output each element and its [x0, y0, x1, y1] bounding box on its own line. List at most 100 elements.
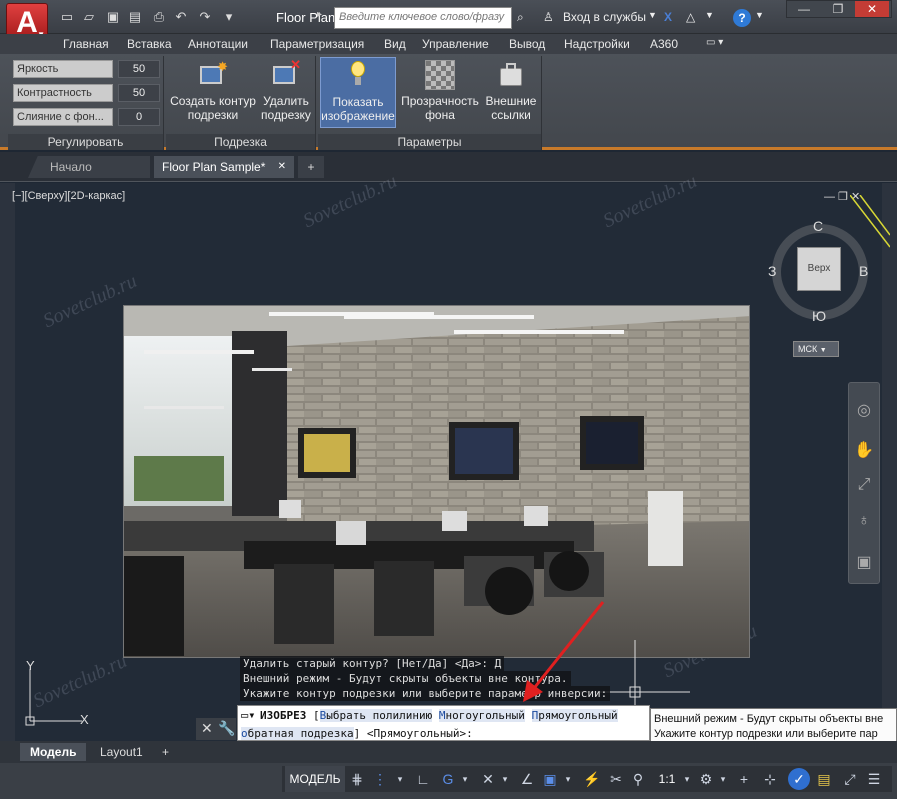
background-transparency-button[interactable]: Прозрачность фона	[398, 60, 482, 122]
chevron-down-icon[interactable]: ▾	[500, 766, 510, 792]
restore-button[interactable]: ❐	[821, 1, 855, 17]
showmotion-icon[interactable]: ▣	[854, 552, 874, 574]
isodraft-icon[interactable]: ✕	[478, 766, 498, 792]
options-panel-title: Параметры	[318, 134, 541, 150]
new-icon[interactable]: ▭	[58, 8, 76, 26]
tab-view[interactable]: Вид	[384, 37, 406, 51]
chevron-down-icon[interactable]: ▼	[705, 10, 714, 20]
otrack-icon[interactable]: ∠	[517, 766, 537, 792]
option-rectangular[interactable]: Прямоугольный	[531, 709, 618, 722]
full-screen-icon[interactable]: ⤢	[840, 766, 860, 792]
isolate-objects-icon[interactable]: ⊹	[760, 766, 780, 792]
annotation-scale-icon[interactable]: ⚲	[628, 766, 648, 792]
option-select-polyline[interactable]: Выбрать полилинию	[319, 709, 433, 722]
close-button[interactable]: ✕	[855, 1, 889, 17]
a360-icon[interactable]: △	[686, 10, 695, 24]
osnap-icon[interactable]: ▣	[540, 766, 560, 792]
redo-icon[interactable]: ↷	[196, 8, 214, 26]
command-line[interactable]: ▭▾ ИЗОБРЕЗ [Выбрать полилинию Многоуголь…	[237, 705, 650, 741]
annotation-scale-value[interactable]: 1:1	[654, 766, 680, 792]
chevron-down-icon[interactable]: ▾	[395, 766, 405, 792]
viewport-controls-label[interactable]: [−][Сверху][2D-каркас]	[12, 190, 125, 202]
show-image-button[interactable]: Показать изображение	[320, 57, 396, 128]
chevron-down-icon[interactable]: ▾	[682, 766, 692, 792]
tab-annotate[interactable]: Аннотации	[188, 37, 248, 51]
sign-in-button[interactable]: Вход в службы	[563, 10, 646, 24]
tab-layout1[interactable]: Layout1	[90, 743, 153, 761]
zoom-extents-icon[interactable]: ⤢	[854, 474, 874, 496]
minimize-button[interactable]: —	[787, 1, 821, 17]
tab-insert[interactable]: Вставка	[127, 37, 172, 51]
chevron-down-icon[interactable]: ▾	[563, 766, 573, 792]
binoculars-icon[interactable]: ⌕	[517, 10, 524, 25]
clean-screen-lock-icon[interactable]: ▤	[814, 766, 834, 792]
tab-start[interactable]: Начало	[28, 156, 150, 178]
briefcase-icon	[496, 60, 526, 90]
contrast-slider[interactable]: Контрастность	[13, 84, 113, 102]
tab-home[interactable]: Главная	[63, 37, 109, 51]
search-input[interactable]: Введите ключевое слово/фразу	[334, 7, 512, 29]
tab-floor-plan-sample[interactable]: Floor Plan Sample* ✕	[154, 156, 294, 178]
new-tab-button[interactable]: +	[298, 156, 324, 178]
new-layout-button[interactable]: +	[156, 743, 175, 761]
chevron-down-icon[interactable]: ▼	[755, 10, 764, 20]
chevron-down-icon[interactable]: ▼	[648, 10, 657, 20]
polar-icon[interactable]: G	[438, 766, 458, 792]
workspace-gear-icon[interactable]: ⚙	[696, 766, 716, 792]
ortho-icon[interactable]: ∟	[413, 766, 433, 792]
tab-a360[interactable]: A360	[650, 37, 678, 51]
viewcube-face[interactable]: Верх	[797, 247, 841, 291]
snap-icon[interactable]: ⋮	[370, 766, 390, 792]
compass-north[interactable]: С	[813, 218, 823, 234]
plus-icon[interactable]: +	[734, 766, 754, 792]
customization-menu-icon[interactable]: ☰	[864, 766, 884, 792]
fade-value[interactable]: 0	[118, 108, 160, 126]
annotation-visibility-icon[interactable]: ⚡	[582, 766, 602, 792]
transparency-icon	[425, 60, 455, 90]
hardware-acceleration-icon[interactable]: ✓	[788, 768, 810, 790]
open-icon[interactable]: ▱	[80, 8, 98, 26]
title-overflow-icon[interactable]: ▸	[317, 9, 322, 20]
create-clip-boundary-button[interactable]: ✸ Создать контур подрезки	[168, 60, 258, 123]
compass-east[interactable]: В	[859, 263, 868, 279]
close-tab-icon[interactable]: ✕	[278, 156, 286, 178]
raster-image[interactable]	[123, 305, 750, 658]
fade-slider[interactable]: Слияние с фон...	[13, 108, 113, 126]
compass-west[interactable]: З	[768, 263, 776, 279]
model-space-button[interactable]: МОДЕЛЬ	[285, 766, 345, 792]
orbit-icon[interactable]: ♁	[854, 510, 874, 532]
contrast-value[interactable]: 50	[118, 84, 160, 102]
undo-icon[interactable]: ↶	[172, 8, 190, 26]
tab-parametric[interactable]: Параметризация	[270, 37, 364, 51]
option-invert-clip[interactable]: обратная подрезка	[241, 727, 354, 740]
delete-clip-button[interactable]: ✕ Удалить подрезку	[258, 58, 314, 123]
ucs-menu[interactable]: МСК ▼	[793, 341, 839, 357]
ribbon-toggle-icon[interactable]: ▭ ▾	[706, 37, 723, 48]
customize-icon[interactable]: 🔧	[218, 720, 235, 737]
option-polygonal[interactable]: Многоугольный	[438, 709, 525, 722]
tab-output[interactable]: Вывод	[509, 37, 545, 51]
steering-wheel-icon[interactable]: ◎	[854, 400, 874, 422]
print-icon[interactable]: ⎙	[150, 8, 168, 26]
chevron-down-icon[interactable]: ▾	[718, 766, 728, 792]
brightness-slider[interactable]: Яркость	[13, 60, 113, 78]
pan-icon[interactable]: ✋	[854, 440, 874, 462]
tab-addins[interactable]: Надстройки	[564, 37, 630, 51]
save-icon[interactable]: ▣	[104, 8, 122, 26]
grid-icon[interactable]: ⋕	[348, 766, 366, 792]
help-icon[interactable]: ?	[733, 9, 751, 27]
save-as-icon[interactable]: ▤	[126, 8, 144, 26]
compass-south[interactable]: Ю	[812, 308, 826, 324]
tab-model[interactable]: Модель	[20, 743, 87, 761]
annotation-autoscale-icon[interactable]: ✂	[606, 766, 626, 792]
adjust-panel-title: Регулировать	[8, 134, 163, 150]
command-tooltip: Внешний режим - Будут скрыты объекты вне…	[650, 708, 897, 745]
quick-access-more-icon[interactable]: ▾	[220, 8, 238, 26]
close-icon[interactable]: ✕	[201, 720, 213, 737]
exchange-icon[interactable]: X	[664, 10, 672, 24]
external-references-button[interactable]: Внешние ссылки	[482, 60, 540, 122]
command-prompt-icon[interactable]: ▭▾	[241, 708, 255, 722]
chevron-down-icon[interactable]: ▾	[460, 766, 470, 792]
brightness-value[interactable]: 50	[118, 60, 160, 78]
tab-manage[interactable]: Управление	[422, 37, 489, 51]
